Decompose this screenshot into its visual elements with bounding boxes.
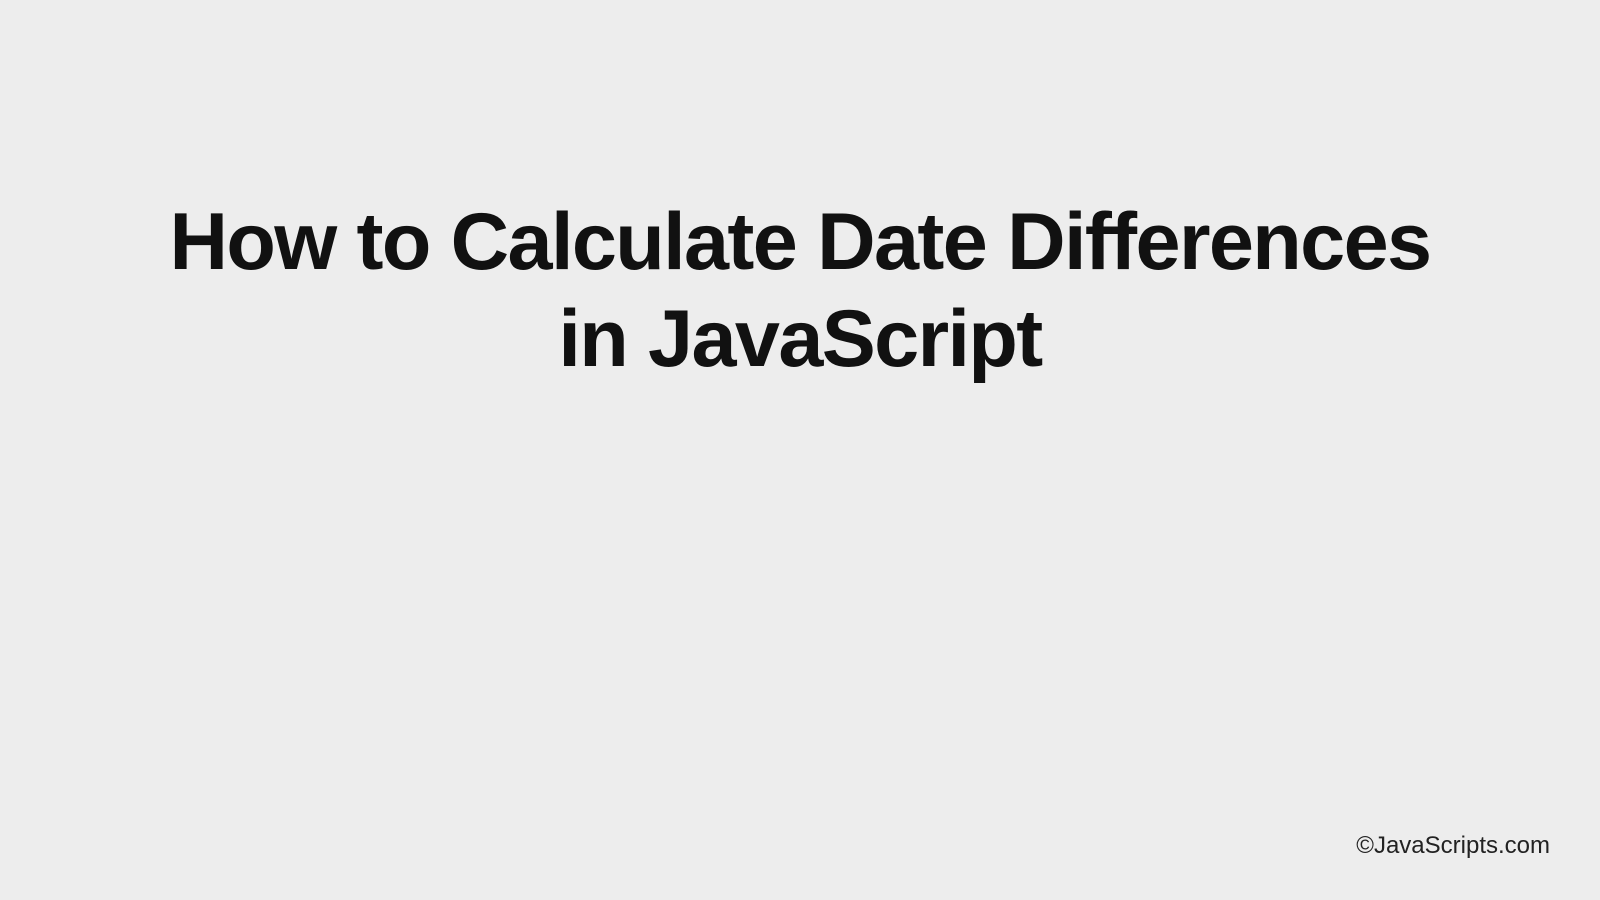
copyright-text: ©JavaScripts.com — [1356, 832, 1550, 860]
page-title: How to Calculate Date Differences in Jav… — [140, 194, 1460, 388]
title-container: How to Calculate Date Differences in Jav… — [0, 194, 1600, 388]
